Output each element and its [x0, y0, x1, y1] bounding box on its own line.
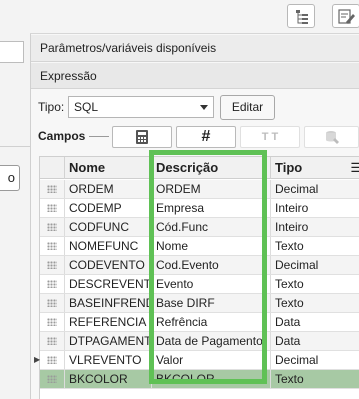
drag-handle-icon[interactable] [40, 256, 65, 274]
cell-tipo: Texto [271, 294, 359, 312]
drag-handle-icon[interactable] [40, 313, 65, 331]
tipo-select-value: SQL [74, 100, 99, 114]
cell-nome: BASEINFREND [65, 294, 152, 312]
edit-document-button[interactable] [332, 4, 359, 28]
campos-label: Campos [38, 129, 86, 143]
left-input-field[interactable] [0, 41, 24, 63]
campos-divider [89, 136, 109, 137]
drag-handle-icon[interactable] [40, 351, 65, 369]
cell-tipo: Data [271, 332, 359, 350]
cell-tipo: Decimal [271, 256, 359, 274]
hash-icon: # [201, 128, 211, 145]
database-icon [325, 131, 339, 144]
tree-view-icon [296, 10, 308, 24]
drag-handle-icon[interactable] [40, 237, 65, 255]
current-row-indicator-icon: ▶ [34, 355, 41, 364]
drag-handle-icon[interactable] [40, 370, 65, 388]
tipo-select[interactable]: SQL [68, 96, 214, 118]
tree-view-button[interactable] [287, 4, 315, 28]
drag-handle-icon[interactable] [40, 294, 65, 312]
cell-tipo: Decimal [271, 351, 359, 369]
left-button[interactable]: o [0, 165, 20, 191]
cell-nome: CODEVENTO [65, 256, 152, 274]
chevron-down-icon [200, 105, 208, 110]
cell-tipo: Decimal [271, 180, 359, 198]
cell-nome: VLREVENTO [65, 351, 152, 369]
drag-handle-icon[interactable] [40, 218, 65, 236]
drag-handle-icon[interactable] [40, 180, 65, 198]
cell-nome: CODFUNC [65, 218, 152, 236]
cell-nome: CODEMP [65, 199, 152, 217]
expression-header[interactable]: Expressão [31, 63, 359, 89]
cell-tipo: Data [271, 313, 359, 331]
cell-tipo: Inteiro [271, 218, 359, 236]
panel-title: Parâmetros/variáveis disponíveis [31, 35, 359, 62]
cell-nome: DTPAGAMENTO [65, 332, 152, 350]
cell-nome: BKCOLOR [65, 370, 152, 388]
descricao-highlight-box [149, 150, 267, 384]
header-drag-column [40, 157, 65, 179]
editar-button[interactable]: Editar [220, 95, 275, 120]
left-divider [0, 146, 30, 147]
tipo-label: Tipo: [38, 100, 65, 114]
cell-nome: REFERENCIA [65, 313, 152, 331]
cell-tipo: Inteiro [271, 199, 359, 217]
cell-nome: NOMEFUNC [65, 237, 152, 255]
drag-handle-icon[interactable] [40, 199, 65, 217]
hash-button[interactable]: # [176, 126, 236, 148]
text-size-button[interactable]: T T [240, 126, 300, 148]
column-menu-icon[interactable]: ☰ [350, 161, 359, 175]
cell-tipo: Texto [271, 370, 359, 388]
header-tipo[interactable]: Tipo [271, 157, 351, 179]
text-size-icon: T T [261, 131, 279, 143]
edit-document-icon [338, 9, 355, 24]
database-button[interactable] [304, 126, 359, 148]
header-nome[interactable]: Nome [65, 157, 152, 179]
cell-tipo: Texto [271, 275, 359, 293]
drag-handle-icon[interactable] [40, 332, 65, 350]
cell-tipo: Texto [271, 237, 359, 255]
calculator-button[interactable] [112, 126, 172, 148]
top-toolbar [30, 0, 359, 34]
cell-nome: DESCREVENTO [65, 275, 152, 293]
drag-handle-icon[interactable] [40, 275, 65, 293]
cell-nome: ORDEM [65, 180, 152, 198]
calculator-icon [136, 130, 148, 144]
